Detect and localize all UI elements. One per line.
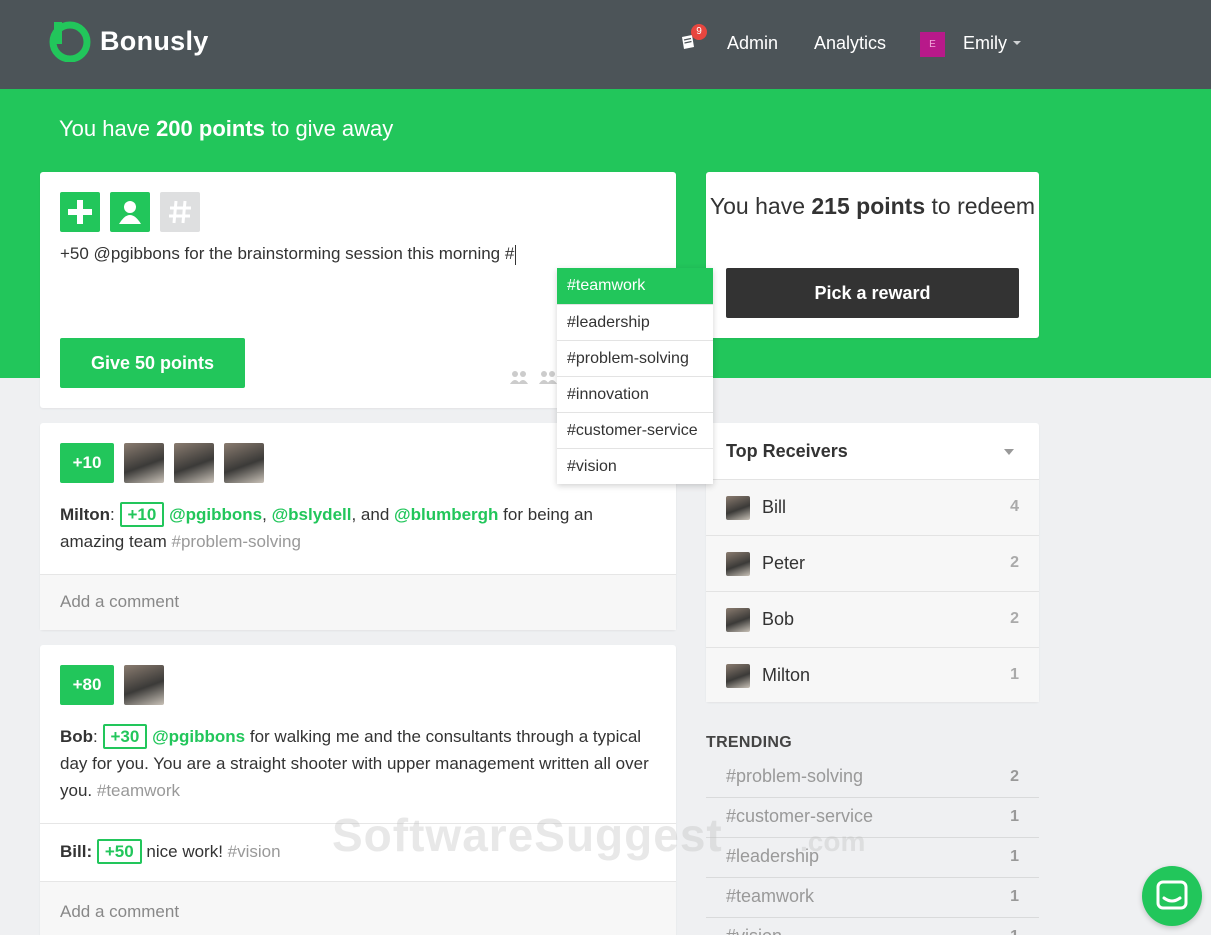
bonus-amount-badge: +10	[119, 502, 165, 527]
avatar	[726, 552, 750, 576]
hashtag-link[interactable]: #problem-solving	[172, 532, 301, 551]
post-message: Bob: +30 @pgibbons for walking me and th…	[60, 723, 660, 804]
avatar	[726, 664, 750, 688]
trending-count: 1	[1010, 888, 1019, 905]
add-hashtag-button[interactable]	[160, 192, 200, 232]
post-message: Milton: +10 @pgibbons, @bslydell, and @b…	[60, 501, 660, 555]
mention-link[interactable]: @blumbergh	[394, 505, 498, 524]
nav-link-analytics[interactable]: Analytics	[814, 33, 886, 54]
feed-post: +80 Bob: +30 @pgibbons for walking me an…	[40, 645, 676, 935]
receiver-row[interactable]: Bill 4	[706, 479, 1039, 535]
chevron-down-icon[interactable]	[1004, 449, 1014, 455]
receiver-count: 2	[1010, 610, 1019, 627]
trending-row[interactable]: #customer-service 1	[706, 798, 1039, 838]
chat-launcher-button[interactable]	[1142, 866, 1202, 926]
trending-row[interactable]: #leadership 1	[706, 838, 1039, 878]
hashtag-suggestion-leadership[interactable]: #leadership	[557, 304, 713, 340]
brand-logo[interactable]: Bonusly	[46, 20, 209, 62]
trending-tag: #problem-solving	[726, 766, 864, 786]
receiver-count: 2	[1010, 554, 1019, 571]
receiver-row[interactable]: Peter 2	[706, 535, 1039, 591]
post-total-points: +80	[60, 665, 114, 705]
user-icon	[119, 201, 141, 224]
hashtag-suggestion-innovation[interactable]: #innovation	[557, 376, 713, 412]
top-receivers-title: Top Receivers	[726, 441, 848, 461]
brand-name: Bonusly	[100, 25, 209, 56]
hashtag-link[interactable]: #teamwork	[97, 781, 180, 800]
hashtag-link[interactable]: #vision	[228, 842, 281, 861]
reply-giver[interactable]: Bill:	[60, 842, 92, 861]
avatar[interactable]	[124, 665, 164, 705]
plus-icon	[68, 200, 92, 224]
receiver-count: 4	[1010, 498, 1019, 515]
receiver-name: Bill	[762, 497, 787, 517]
give-points-button[interactable]: Give 50 points	[60, 338, 245, 388]
bonus-amount-badge: +50	[96, 839, 142, 864]
trending-row[interactable]: #teamwork 1	[706, 878, 1039, 918]
hashtag-suggestion-problem-solving[interactable]: #problem-solving	[557, 340, 713, 376]
hashtag-suggestion-vision[interactable]: #vision	[557, 448, 713, 484]
receiver-row[interactable]: Bob 2	[706, 591, 1039, 647]
group-icon	[510, 371, 528, 384]
avatar[interactable]	[124, 443, 164, 483]
hashtag-suggestion-customer-service[interactable]: #customer-service	[557, 412, 713, 448]
mention-link[interactable]: @pgibbons	[169, 505, 262, 524]
user-avatar[interactable]: E	[920, 32, 945, 57]
trending-count: 2	[1010, 768, 1019, 785]
top-navbar: Bonusly 9 Admin Analytics E Emily	[0, 0, 1211, 89]
bonus-message-input[interactable]: +50 @pgibbons for the brainstorming sess…	[60, 244, 517, 265]
receiver-name: Milton	[762, 665, 811, 685]
chevron-down-icon[interactable]	[1013, 41, 1021, 45]
mention-link[interactable]: @pgibbons	[152, 727, 245, 746]
bonusly-logo-icon	[49, 21, 91, 62]
comment-input[interactable]: Add a comment	[40, 881, 676, 935]
group-icon	[539, 371, 557, 384]
points-to-give-heading: You have 200 points to give away	[59, 116, 394, 141]
post-giver[interactable]: Bob	[60, 727, 93, 746]
receiver-count: 1	[1010, 666, 1019, 683]
receiver-name: Peter	[762, 553, 806, 573]
trending-title: TRENDING	[706, 734, 792, 751]
watermark-suffix: .com	[800, 826, 866, 857]
bonus-amount-badge: +30	[102, 724, 148, 749]
receiver-name: Bob	[762, 609, 795, 629]
trending-count: 1	[1010, 808, 1019, 825]
hashtag-suggestions-dropdown: #teamwork #leadership #problem-solving #…	[557, 268, 713, 484]
trending-tag: #teamwork	[726, 886, 815, 906]
hashtag-icon	[169, 200, 191, 224]
receiver-row[interactable]: Milton 1	[706, 647, 1039, 702]
mention-link[interactable]: @bslydell	[272, 505, 352, 524]
nav-link-admin[interactable]: Admin	[727, 33, 778, 54]
trending-count: 1	[1010, 848, 1019, 865]
notification-count-badge: 9	[691, 24, 707, 40]
trending-row[interactable]: #problem-solving 2	[706, 758, 1039, 798]
trending-row[interactable]: #vision 1	[706, 918, 1039, 935]
pick-reward-button[interactable]: Pick a reward	[726, 268, 1019, 318]
user-menu-name[interactable]: Emily	[963, 33, 1007, 54]
post-giver[interactable]: Milton	[60, 505, 110, 524]
reply-bonus: Bill: +50 nice work! #vision	[40, 823, 676, 881]
chat-icon	[1156, 880, 1188, 910]
avatar[interactable]	[224, 443, 264, 483]
post-total-points: +10	[60, 443, 114, 483]
points-to-redeem-text: You have 215 points to redeem	[709, 193, 1036, 219]
trending-tag: #vision	[726, 926, 782, 935]
top-receivers-panel: Top Receivers Bill 4 Peter 2 Bob 2 Milto…	[706, 423, 1039, 702]
text-cursor	[515, 244, 517, 265]
redeem-card: You have 215 points to redeem Pick a rew…	[706, 172, 1039, 338]
comment-input[interactable]: Add a comment	[40, 574, 676, 630]
avatar	[726, 608, 750, 632]
avatar[interactable]	[174, 443, 214, 483]
add-recipient-button[interactable]	[110, 192, 150, 232]
add-amount-button[interactable]	[60, 192, 100, 232]
avatar	[726, 496, 750, 520]
hashtag-suggestion-teamwork[interactable]: #teamwork	[557, 268, 713, 304]
trending-count: 1	[1010, 928, 1019, 935]
trending-tag: #customer-service	[726, 806, 874, 826]
